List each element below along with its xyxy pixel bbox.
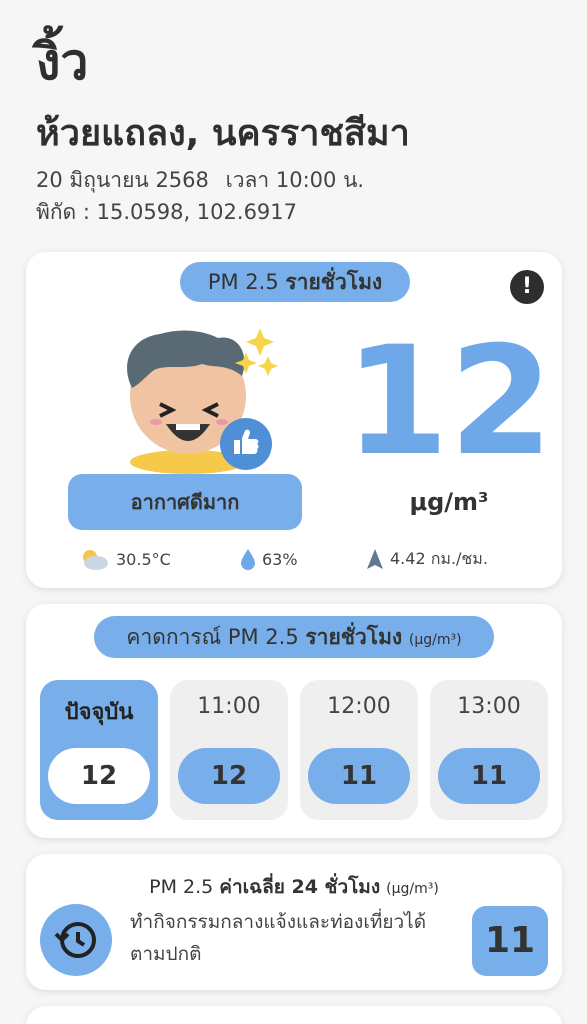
forecast-value: 12 <box>178 748 280 804</box>
forecast-pill-unit: (μg/m³) <box>408 632 462 648</box>
average-unit: (μg/m³) <box>386 881 439 897</box>
average-prefix: PM 2.5 <box>149 876 214 898</box>
header: งิ้ว ห้วยแถลง, นครราชสีมา 20 มิถุนายน 25… <box>36 30 556 228</box>
pill-prefix: PM 2.5 <box>207 270 279 294</box>
district-title: งิ้ว <box>36 33 89 91</box>
forecast-pill-prefix: คาดการณ์ PM 2.5 <box>126 625 299 649</box>
wind-info: 4.42 กม./ชม. <box>366 546 488 572</box>
hourly-pill: PM 2.5 รายชั่วโมง <box>180 262 410 302</box>
current-pm-card: PM 2.5 รายชั่วโมง ! อากาศดีมาก 12 μg/m³ … <box>26 252 562 588</box>
average-value: 11 <box>472 906 548 976</box>
datetime-line: 20 มิถุนายน 2568 เวลา 10:00 น. <box>36 164 556 196</box>
forecast-item-1200[interactable]: 12:00 11 <box>300 680 418 820</box>
air-status-button[interactable]: อากาศดีมาก <box>68 474 302 530</box>
average-card: PM 2.5 ค่าเฉลี่ย 24 ชั่วโมง (μg/m³) ทำกิ… <box>26 854 562 990</box>
forecast-value: 12 <box>48 748 150 804</box>
next-card <box>26 1006 562 1024</box>
average-advice: ทำกิจกรรมกลางแจ้งและท่องเที่ยวได้ตามปกติ <box>130 911 427 965</box>
forecast-time: 13:00 <box>457 694 521 719</box>
forecast-value: 11 <box>308 748 410 804</box>
partly-cloudy-icon <box>83 550 108 570</box>
forecast-row: ปัจจุบัน 12 11:00 12 12:00 11 13:00 11 <box>40 680 548 820</box>
water-drop-icon <box>241 549 255 570</box>
alert-icon[interactable]: ! <box>510 270 544 304</box>
forecast-time: ปัจจุบัน <box>64 700 134 725</box>
average-bold: ค่าเฉลี่ย 24 ชั่วโมง <box>219 876 381 898</box>
history-icon <box>40 904 112 976</box>
humidity-info: 63% <box>240 546 298 572</box>
pm-unit: μg/m³ <box>409 488 489 516</box>
forecast-time: 11:00 <box>197 694 261 719</box>
wind-text: 4.42 กม./ชม. <box>390 548 488 568</box>
forecast-pill: คาดการณ์ PM 2.5 รายชั่วโมง (μg/m³) <box>94 616 494 658</box>
humidity-text: 63% <box>262 549 298 569</box>
time-text: เวลา 10:00 น. <box>225 168 365 192</box>
average-title: PM 2.5 ค่าเฉลี่ย 24 ชั่วโมง (μg/m³) <box>26 872 562 902</box>
pill-bold: รายชั่วโมง <box>285 270 383 294</box>
temperature-info: 30.5°C <box>76 546 171 572</box>
forecast-item-now[interactable]: ปัจจุบัน 12 <box>40 680 158 820</box>
pm-current-value: 12 <box>344 315 554 489</box>
forecast-pill-bold: รายชั่วโมง <box>305 625 403 649</box>
forecast-item-1300[interactable]: 13:00 11 <box>430 680 548 820</box>
coords-text: พิกัด : 15.0598, 102.6917 <box>36 200 298 224</box>
wind-direction-icon <box>367 549 383 569</box>
forecast-value: 11 <box>438 748 540 804</box>
area-subtitle: ห้วยแถลง, นครราชสีมา <box>36 113 410 154</box>
forecast-time: 12:00 <box>327 694 391 719</box>
forecast-card: คาดการณ์ PM 2.5 รายชั่วโมง (μg/m³) ปัจจุ… <box>26 604 562 838</box>
happy-face-icon <box>127 328 278 474</box>
date-text: 20 มิถุนายน 2568 <box>36 168 209 192</box>
forecast-item-1100[interactable]: 11:00 12 <box>170 680 288 820</box>
temperature-text: 30.5°C <box>116 549 171 569</box>
